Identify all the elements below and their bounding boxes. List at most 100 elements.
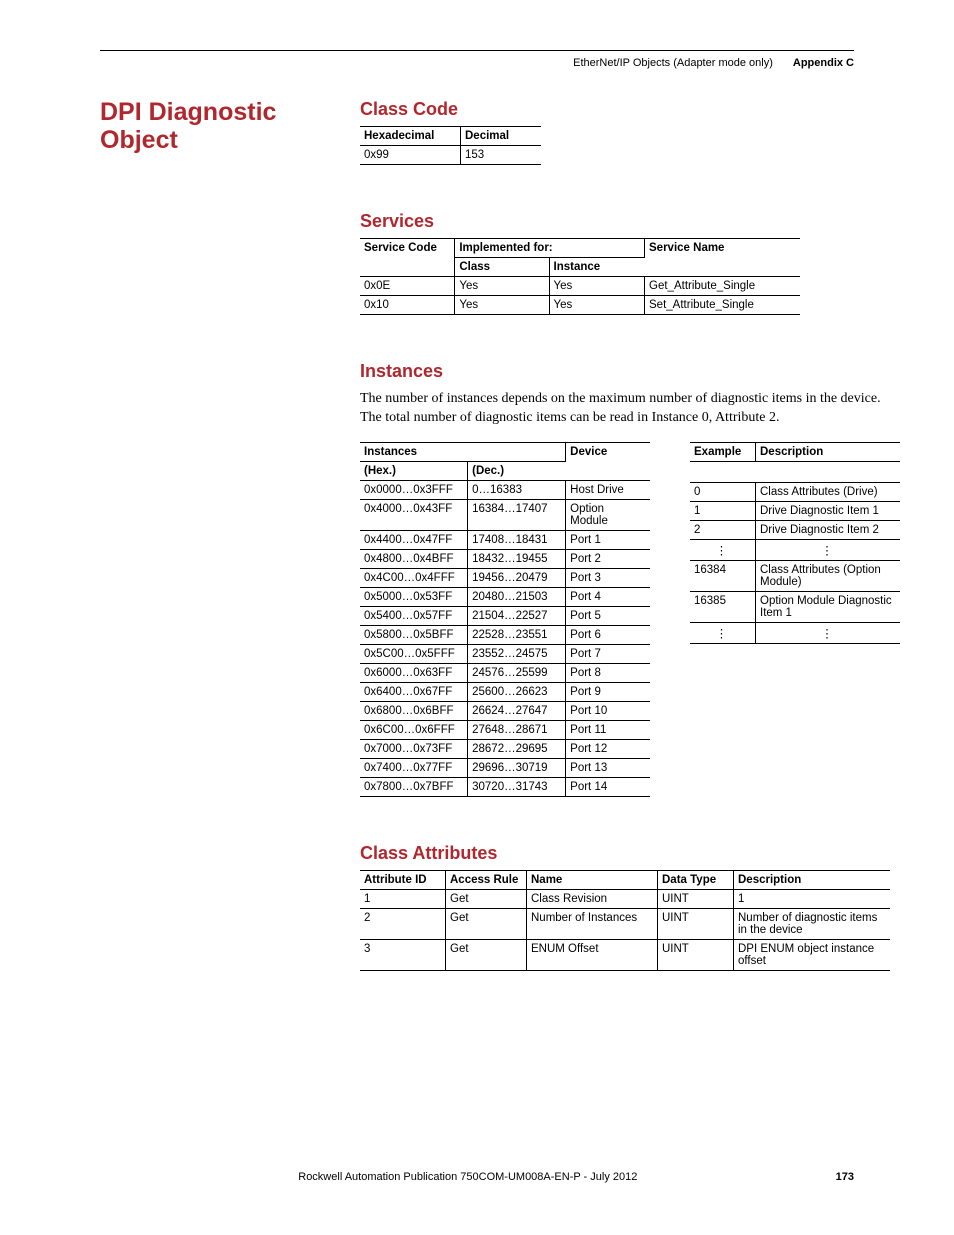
inst-device: Port 9 [566,682,650,701]
th-inst: Instances [360,442,566,461]
svc-instance: Yes [549,296,645,315]
instances-intro: The number of instances depends on the m… [360,390,900,428]
th-type: Data Type [658,870,734,889]
ca-type: UINT [658,939,734,970]
inst-dec: 20480…21503 [468,587,566,606]
ca-desc: DPI ENUM object instance offset [734,939,891,970]
ca-id: 3 [360,939,446,970]
inst-hex: 0x7400…0x77FF [360,758,468,777]
inst-hex: 0x7000…0x73FF [360,739,468,758]
svc-code: 0x10 [360,296,455,315]
inst-device: Host Drive [566,480,650,499]
inst-hex: 0x4800…0x4BFF [360,549,468,568]
inst-dec: 19456…20479 [468,568,566,587]
inst-dec: 24576…25599 [468,663,566,682]
ex-id: 16384 [690,560,756,591]
cc-dec: 153 [461,146,542,165]
publication-info: Rockwell Automation Publication 750COM-U… [298,1171,637,1183]
ca-desc: Number of diagnostic items in the device [734,908,891,939]
inst-dec: 0…16383 [468,480,566,499]
th-hex2: (Hex.) [360,461,468,480]
class-code-heading: Class Code [360,99,900,120]
class-attr-heading: Class Attributes [360,843,900,864]
th-desc: Description [756,442,901,461]
inst-hex: 0x5400…0x57FF [360,606,468,625]
inst-device: Option Module [566,499,650,530]
th-device: Device [566,442,650,480]
inst-hex: 0x4400…0x47FF [360,530,468,549]
inst-dec: 17408…18431 [468,530,566,549]
ex-desc: Drive Diagnostic Item 1 [756,501,901,520]
inst-dec: 18432…19455 [468,549,566,568]
ca-name: ENUM Offset [527,939,658,970]
class-attributes-table: Attribute ID Access Rule Name Data Type … [360,870,890,971]
inst-device: Port 13 [566,758,650,777]
ex-desc: ⋮ [756,622,901,643]
inst-hex: 0x6000…0x63FF [360,663,468,682]
svc-instance: Yes [549,277,645,296]
ex-desc: Option Module Diagnostic Item 1 [756,591,901,622]
th-class: Class [455,258,549,277]
ex-desc: Class Attributes (Option Module) [756,560,901,591]
inst-dec: 28672…29695 [468,739,566,758]
th-dec2: (Dec.) [468,461,566,480]
inst-hex: 0x5000…0x53FF [360,587,468,606]
ca-desc: 1 [734,889,891,908]
inst-device: Port 8 [566,663,650,682]
ex-id: ⋮ [690,539,756,560]
th-dec: Decimal [461,127,542,146]
inst-dec: 25600…26623 [468,682,566,701]
inst-hex: 0x6C00…0x6FFF [360,720,468,739]
th-name: Name [527,870,658,889]
book-section: EtherNet/IP Objects (Adapter mode only) [573,57,773,69]
inst-device: Port 2 [566,549,650,568]
svc-class: Yes [455,296,549,315]
ex-id: 1 [690,501,756,520]
inst-device: Port 1 [566,530,650,549]
ca-name: Class Revision [527,889,658,908]
inst-hex: 0x6800…0x6BFF [360,701,468,720]
page-number: 173 [836,1171,854,1183]
inst-hex: 0x6400…0x67FF [360,682,468,701]
inst-hex: 0x0000…0x3FFF [360,480,468,499]
svc-name: Get_Attribute_Single [645,277,800,296]
inst-device: Port 5 [566,606,650,625]
ca-rule: Get [446,939,527,970]
services-heading: Services [360,211,900,232]
ex-desc: ⋮ [756,539,901,560]
page-title: DPI Diagnostic Object [100,99,320,154]
class-code-table: Hexadecimal Decimal 0x99 153 [360,126,541,165]
svc-code: 0x0E [360,277,455,296]
inst-hex: 0x5C00…0x5FFF [360,644,468,663]
inst-dec: 16384…17407 [468,499,566,530]
ex-desc: Class Attributes (Drive) [756,482,901,501]
cc-hex: 0x99 [360,146,461,165]
inst-device: Port 3 [566,568,650,587]
inst-device: Port 11 [566,720,650,739]
ca-name: Number of Instances [527,908,658,939]
th-instance: Instance [549,258,645,277]
ex-id: 16385 [690,591,756,622]
ca-type: UINT [658,908,734,939]
appendix-label: Appendix C [793,57,854,69]
instances-table: Instances Device (Hex.) (Dec.) 0x0000…0x… [360,442,650,797]
inst-device: Port 12 [566,739,650,758]
inst-dec: 30720…31743 [468,777,566,796]
inst-dec: 29696…30719 [468,758,566,777]
ca-type: UINT [658,889,734,908]
services-table: Service Code Implemented for: Service Na… [360,238,800,315]
inst-device: Port 14 [566,777,650,796]
inst-dec: 27648…28671 [468,720,566,739]
th-service-code: Service Code [360,239,455,277]
ca-rule: Get [446,889,527,908]
th-attr-id: Attribute ID [360,870,446,889]
instances-heading: Instances [360,361,900,382]
ca-id: 2 [360,908,446,939]
page-footer: Rockwell Automation Publication 750COM-U… [100,1171,854,1183]
th-desc2: Description [734,870,891,889]
ca-rule: Get [446,908,527,939]
ex-id: 2 [690,520,756,539]
inst-hex: 0x4000…0x43FF [360,499,468,530]
th-access: Access Rule [446,870,527,889]
th-service-name: Service Name [645,239,800,277]
